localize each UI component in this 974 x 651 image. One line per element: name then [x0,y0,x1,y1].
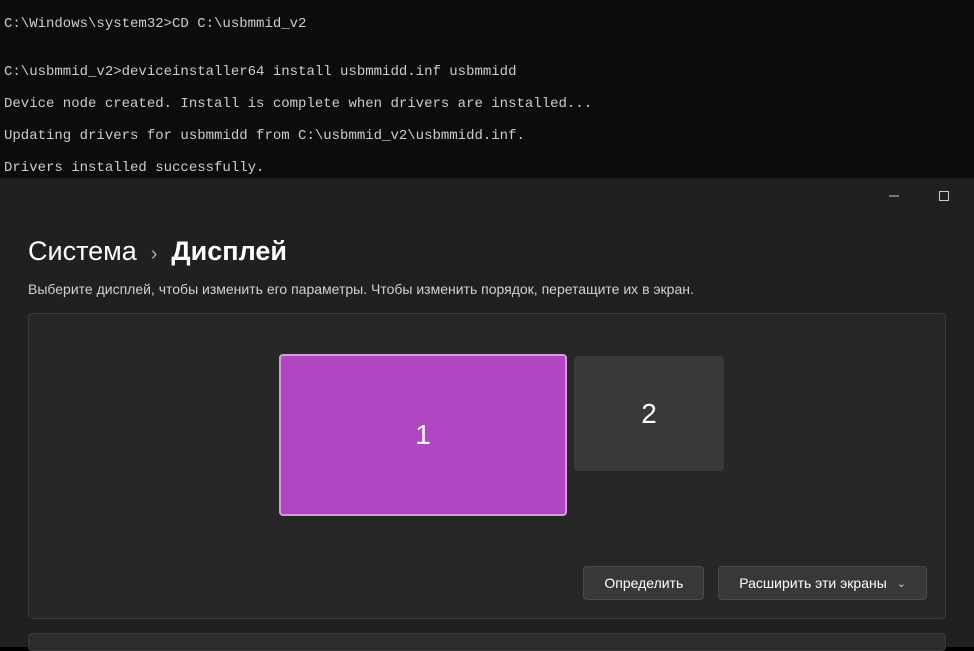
minimize-icon [889,191,899,201]
terminal-output[interactable]: C:\Windows\system32>CD C:\usbmmid_v2 C:\… [0,0,974,180]
breadcrumb-current: Дисплей [171,236,287,267]
display-actions: Определить Расширить эти экраны ⌄ [29,554,945,618]
monitor-1[interactable]: 1 [279,354,567,516]
maximize-icon [939,191,949,201]
settings-section [28,633,946,651]
monitor-label: 1 [415,419,431,451]
page-description: Выберите дисплей, чтобы изменить его пар… [0,277,974,313]
settings-window: Система › Дисплей Выберите дисплей, чтоб… [0,178,974,647]
identify-button[interactable]: Определить [583,566,704,600]
breadcrumb: Система › Дисплей [0,214,974,277]
terminal-line: Drivers installed successfully. [4,160,970,176]
minimize-button[interactable] [872,181,916,211]
breadcrumb-parent[interactable]: Система [28,236,137,267]
monitors-canvas[interactable]: 2 1 [29,314,945,554]
monitor-2[interactable]: 2 [574,356,724,471]
terminal-line: Updating drivers for usbmmidd from C:\us… [4,128,970,144]
terminal-line: C:\Windows\system32>CD C:\usbmmid_v2 [4,16,970,32]
extend-mode-dropdown[interactable]: Расширить эти экраны ⌄ [718,566,927,600]
terminal-line: C:\usbmmid_v2>deviceinstaller64 install … [4,64,970,80]
window-titlebar [0,178,974,214]
monitor-label: 2 [641,398,657,430]
button-label: Расширить эти экраны [739,575,887,591]
terminal-line: Device node created. Install is complete… [4,96,970,112]
maximize-button[interactable] [922,181,966,211]
display-arrangement-panel: 2 1 Определить Расширить эти экраны ⌄ [28,313,946,619]
button-label: Определить [604,575,683,591]
chevron-right-icon: › [151,243,158,266]
chevron-down-icon: ⌄ [897,577,906,590]
